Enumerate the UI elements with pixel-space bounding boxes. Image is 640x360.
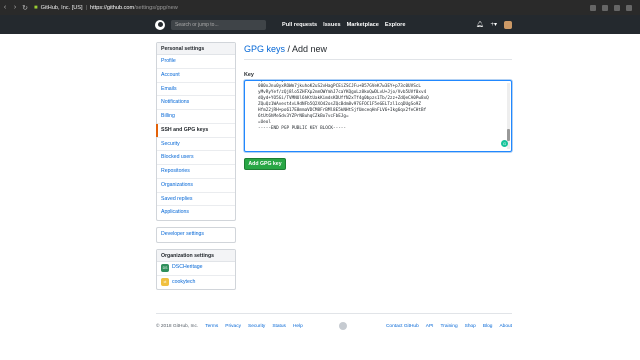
url-host[interactable]: https://github.com bbox=[90, 5, 134, 11]
github-footer-logo-icon[interactable] bbox=[338, 322, 347, 330]
sidebar-item-repositories[interactable]: Repositories bbox=[157, 165, 235, 179]
sidebar-item-saved-replies[interactable]: Saved replies bbox=[157, 193, 235, 207]
extension-icon[interactable] bbox=[602, 4, 608, 11]
nav-marketplace[interactable]: Marketplace bbox=[347, 22, 379, 28]
sidebar-item-organizations[interactable]: Organizations bbox=[157, 179, 235, 193]
plus-icon[interactable]: +▾ bbox=[490, 21, 497, 28]
key-textarea-value[interactable]: lpHJ+nQEkj/5eBF1BvH3rGoVTYdGnh1B6zKZP29w… bbox=[245, 81, 511, 132]
sidebar-item-profile[interactable]: Profile bbox=[157, 55, 235, 69]
avatar[interactable] bbox=[504, 20, 512, 29]
footer-link-privacy[interactable]: Privacy bbox=[225, 324, 241, 329]
sidebar-org-cookytech[interactable]: ct cookytech bbox=[157, 276, 235, 290]
settings-sidebar: Personal settings Profile Account Emails… bbox=[156, 42, 236, 296]
sidebar-org-dscheritage[interactable]: DS DSCHeritage bbox=[157, 262, 235, 276]
footer-left: © 2018 GitHub, Inc. Terms Privacy Securi… bbox=[156, 324, 303, 329]
url-separator: | bbox=[85, 4, 88, 11]
top-nav: Pull requests Issues Marketplace Explore bbox=[282, 22, 405, 28]
footer-link-status[interactable]: Status bbox=[272, 324, 286, 329]
developer-settings-menu: Developer settings bbox=[156, 227, 236, 243]
sidebar-item-notifications[interactable]: Notifications bbox=[157, 96, 235, 110]
sidebar-item-account[interactable]: Account bbox=[157, 69, 235, 83]
site-identity[interactable]: GitHub, Inc. [US] bbox=[41, 5, 83, 11]
main-content: GPG keys / Add new Key lpHJ+nQEkj/5eBF1B… bbox=[244, 44, 512, 170]
extension-icon[interactable] bbox=[626, 4, 632, 11]
footer-link-contact[interactable]: Contact GitHub bbox=[386, 324, 419, 329]
nav-issues[interactable]: Issues bbox=[323, 22, 340, 28]
url-path[interactable]: /settings/gpg/new bbox=[134, 5, 178, 11]
sidebar-item-emails[interactable]: Emails bbox=[157, 83, 235, 97]
settings-page: Personal settings Profile Account Emails… bbox=[0, 34, 640, 360]
browser-actions bbox=[590, 4, 640, 11]
footer-link-about[interactable]: About bbox=[499, 324, 512, 329]
footer-link-blog[interactable]: Blog bbox=[483, 324, 493, 329]
nav-pull-requests[interactable]: Pull requests bbox=[282, 22, 317, 28]
personal-settings-menu: Personal settings Profile Account Emails… bbox=[156, 42, 236, 221]
footer-link-security[interactable]: Security bbox=[248, 324, 265, 329]
github-logo-icon[interactable] bbox=[155, 19, 165, 30]
organization-settings-heading: Organization settings bbox=[157, 249, 235, 262]
extension-icon[interactable] bbox=[614, 4, 620, 11]
org-name: cookytech bbox=[172, 278, 196, 285]
page-footer: © 2018 GitHub, Inc. Terms Privacy Securi… bbox=[156, 313, 512, 330]
key-label: Key bbox=[244, 72, 254, 78]
header-actions: 🔔︎ +▾ bbox=[476, 20, 512, 29]
gpg-keys-link[interactable]: GPG keys bbox=[244, 44, 285, 54]
footer-link-shop[interactable]: Shop bbox=[465, 324, 476, 329]
browser-address-bar: ‹ › ↻ ■ GitHub, Inc. [US] | https://gith… bbox=[0, 0, 640, 15]
grammarly-icon[interactable]: G bbox=[501, 140, 508, 147]
key-textarea[interactable]: lpHJ+nQEkj/5eBF1BvH3rGoVTYdGnh1B6zKZP29w… bbox=[244, 80, 512, 152]
footer-right: Contact GitHub API Training Shop Blog Ab… bbox=[386, 324, 512, 329]
footer-link-help[interactable]: Help bbox=[293, 324, 303, 329]
page-title-rest: / Add new bbox=[285, 44, 328, 54]
organization-settings-menu: Organization settings DS DSCHeritage ct … bbox=[156, 248, 236, 291]
search-input[interactable]: Search or jump to... bbox=[171, 19, 266, 30]
github-header: Search or jump to... Pull requests Issue… bbox=[0, 15, 640, 34]
org-avatar: DS bbox=[161, 264, 169, 273]
org-name: DSCHeritage bbox=[172, 264, 203, 271]
sidebar-item-applications[interactable]: Applications bbox=[157, 206, 235, 220]
sidebar-item-billing[interactable]: Billing bbox=[157, 110, 235, 124]
footer-link-terms[interactable]: Terms bbox=[205, 324, 218, 329]
sidebar-item-security[interactable]: Security bbox=[157, 138, 235, 152]
forward-icon[interactable]: › bbox=[10, 4, 20, 11]
reload-icon[interactable]: ↻ bbox=[20, 4, 30, 12]
extension-icon[interactable] bbox=[590, 4, 596, 11]
textarea-scrollbar[interactable] bbox=[507, 83, 510, 149]
org-avatar: ct bbox=[161, 278, 169, 287]
back-icon[interactable]: ‹ bbox=[0, 4, 10, 11]
lock-icon: ■ bbox=[34, 4, 38, 11]
bell-icon[interactable]: 🔔︎ bbox=[476, 21, 484, 28]
footer-link-training[interactable]: Training bbox=[440, 324, 457, 329]
footer-copyright: © 2018 GitHub, Inc. bbox=[156, 323, 199, 329]
page-title: GPG keys / Add new bbox=[244, 44, 512, 60]
personal-settings-heading: Personal settings bbox=[157, 43, 235, 55]
sidebar-item-ssh-gpg-keys[interactable]: SSH and GPG keys bbox=[156, 123, 235, 138]
sidebar-item-blocked-users[interactable]: Blocked users bbox=[157, 151, 235, 165]
sidebar-item-developer-settings[interactable]: Developer settings bbox=[157, 228, 235, 242]
add-gpg-key-button[interactable]: Add GPG key bbox=[244, 158, 286, 170]
nav-explore[interactable]: Explore bbox=[385, 22, 406, 28]
footer-link-api[interactable]: API bbox=[426, 324, 434, 329]
